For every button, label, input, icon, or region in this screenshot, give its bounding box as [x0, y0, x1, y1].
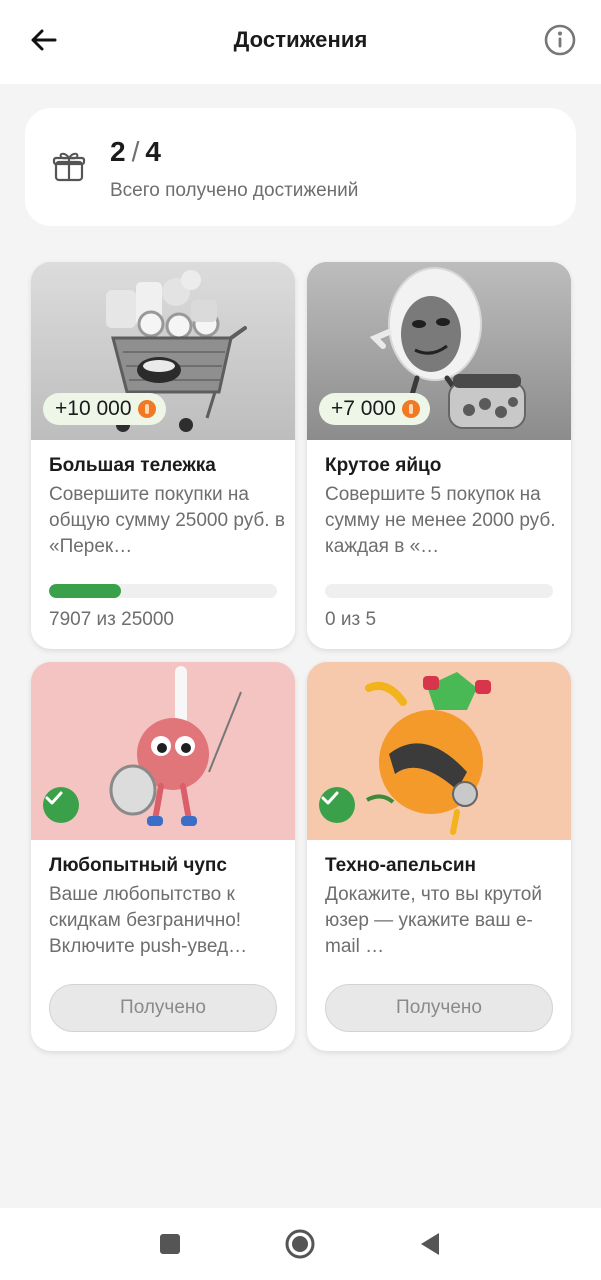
- achievement-title: Любопытный чупс: [49, 855, 227, 876]
- achievement-card-big-cart[interactable]: +10 000 Большая тележка Совершите покупк…: [31, 262, 295, 649]
- gift-icon: [52, 152, 86, 182]
- completed-check-icon: [43, 787, 79, 823]
- received-button[interactable]: Получено: [49, 984, 277, 1032]
- coin-icon: [137, 400, 156, 418]
- cool-egg-illustration: +7 000: [307, 262, 571, 440]
- completed-check-icon: [319, 787, 355, 823]
- system-back-button[interactable]: [412, 1226, 448, 1262]
- achievements-summary-label: Всего получено достижений: [110, 180, 359, 201]
- achievements-count: 2/4: [110, 136, 161, 168]
- techno-orange-illustration: [307, 662, 571, 840]
- received-button[interactable]: Получено: [325, 984, 553, 1032]
- achievement-title: Крутое яйцо: [325, 455, 442, 476]
- achievement-description: Ваше любопытство к скидкам безгранично! …: [49, 884, 248, 957]
- progress-text: 0 из 5: [325, 609, 377, 630]
- reward-amount: +7 000: [331, 397, 396, 420]
- reward-badge: +7 000: [319, 393, 430, 425]
- home-button[interactable]: [282, 1226, 318, 1262]
- achievement-title: Техно-апельсин: [325, 855, 477, 876]
- big-cart-illustration: +10 000: [31, 262, 295, 440]
- progress-bar: [325, 584, 553, 598]
- achievement-description: Совершите 5 покупок на сумму не менее 20…: [325, 484, 556, 557]
- achievement-title: Большая тележка: [49, 455, 216, 476]
- info-icon: [544, 24, 576, 56]
- progress-bar: [49, 584, 277, 598]
- recents-button[interactable]: [152, 1226, 188, 1262]
- progress-fill: [49, 584, 122, 598]
- coin-icon: [401, 400, 420, 418]
- square-icon: [160, 1234, 180, 1254]
- info-button[interactable]: [542, 22, 578, 58]
- total-count: 4: [145, 136, 161, 167]
- progress-text: 7907 из 25000: [49, 609, 174, 630]
- app-header: Достижения: [0, 0, 601, 84]
- triangle-back-icon: [421, 1233, 439, 1255]
- count-separator: /: [131, 136, 140, 167]
- reward-amount: +10 000: [55, 397, 132, 420]
- achievement-card-techno-orange[interactable]: Техно-апельсин Докажите, что вы крутой ю…: [307, 662, 571, 1051]
- achievement-card-curious-lollipop[interactable]: Любопытный чупс Ваше любопытство к скидк…: [31, 662, 295, 1051]
- achievements-summary-card: [25, 108, 576, 226]
- page-title: Достижения: [233, 27, 368, 52]
- curious-lollipop-illustration: [31, 662, 295, 840]
- achievement-description: Совершите покупки на общую сумму 25000 р…: [49, 484, 285, 557]
- system-navigation-bar: [0, 1208, 601, 1280]
- circle-icon: [285, 1229, 315, 1259]
- earned-count: 2: [110, 136, 126, 167]
- reward-badge: +10 000: [43, 393, 166, 425]
- achievement-card-cool-egg[interactable]: +7 000 Крутое яйцо Совершите 5 покупок н…: [307, 262, 571, 649]
- achievement-description: Докажите, что вы крутой юзер — укажите в…: [325, 884, 542, 957]
